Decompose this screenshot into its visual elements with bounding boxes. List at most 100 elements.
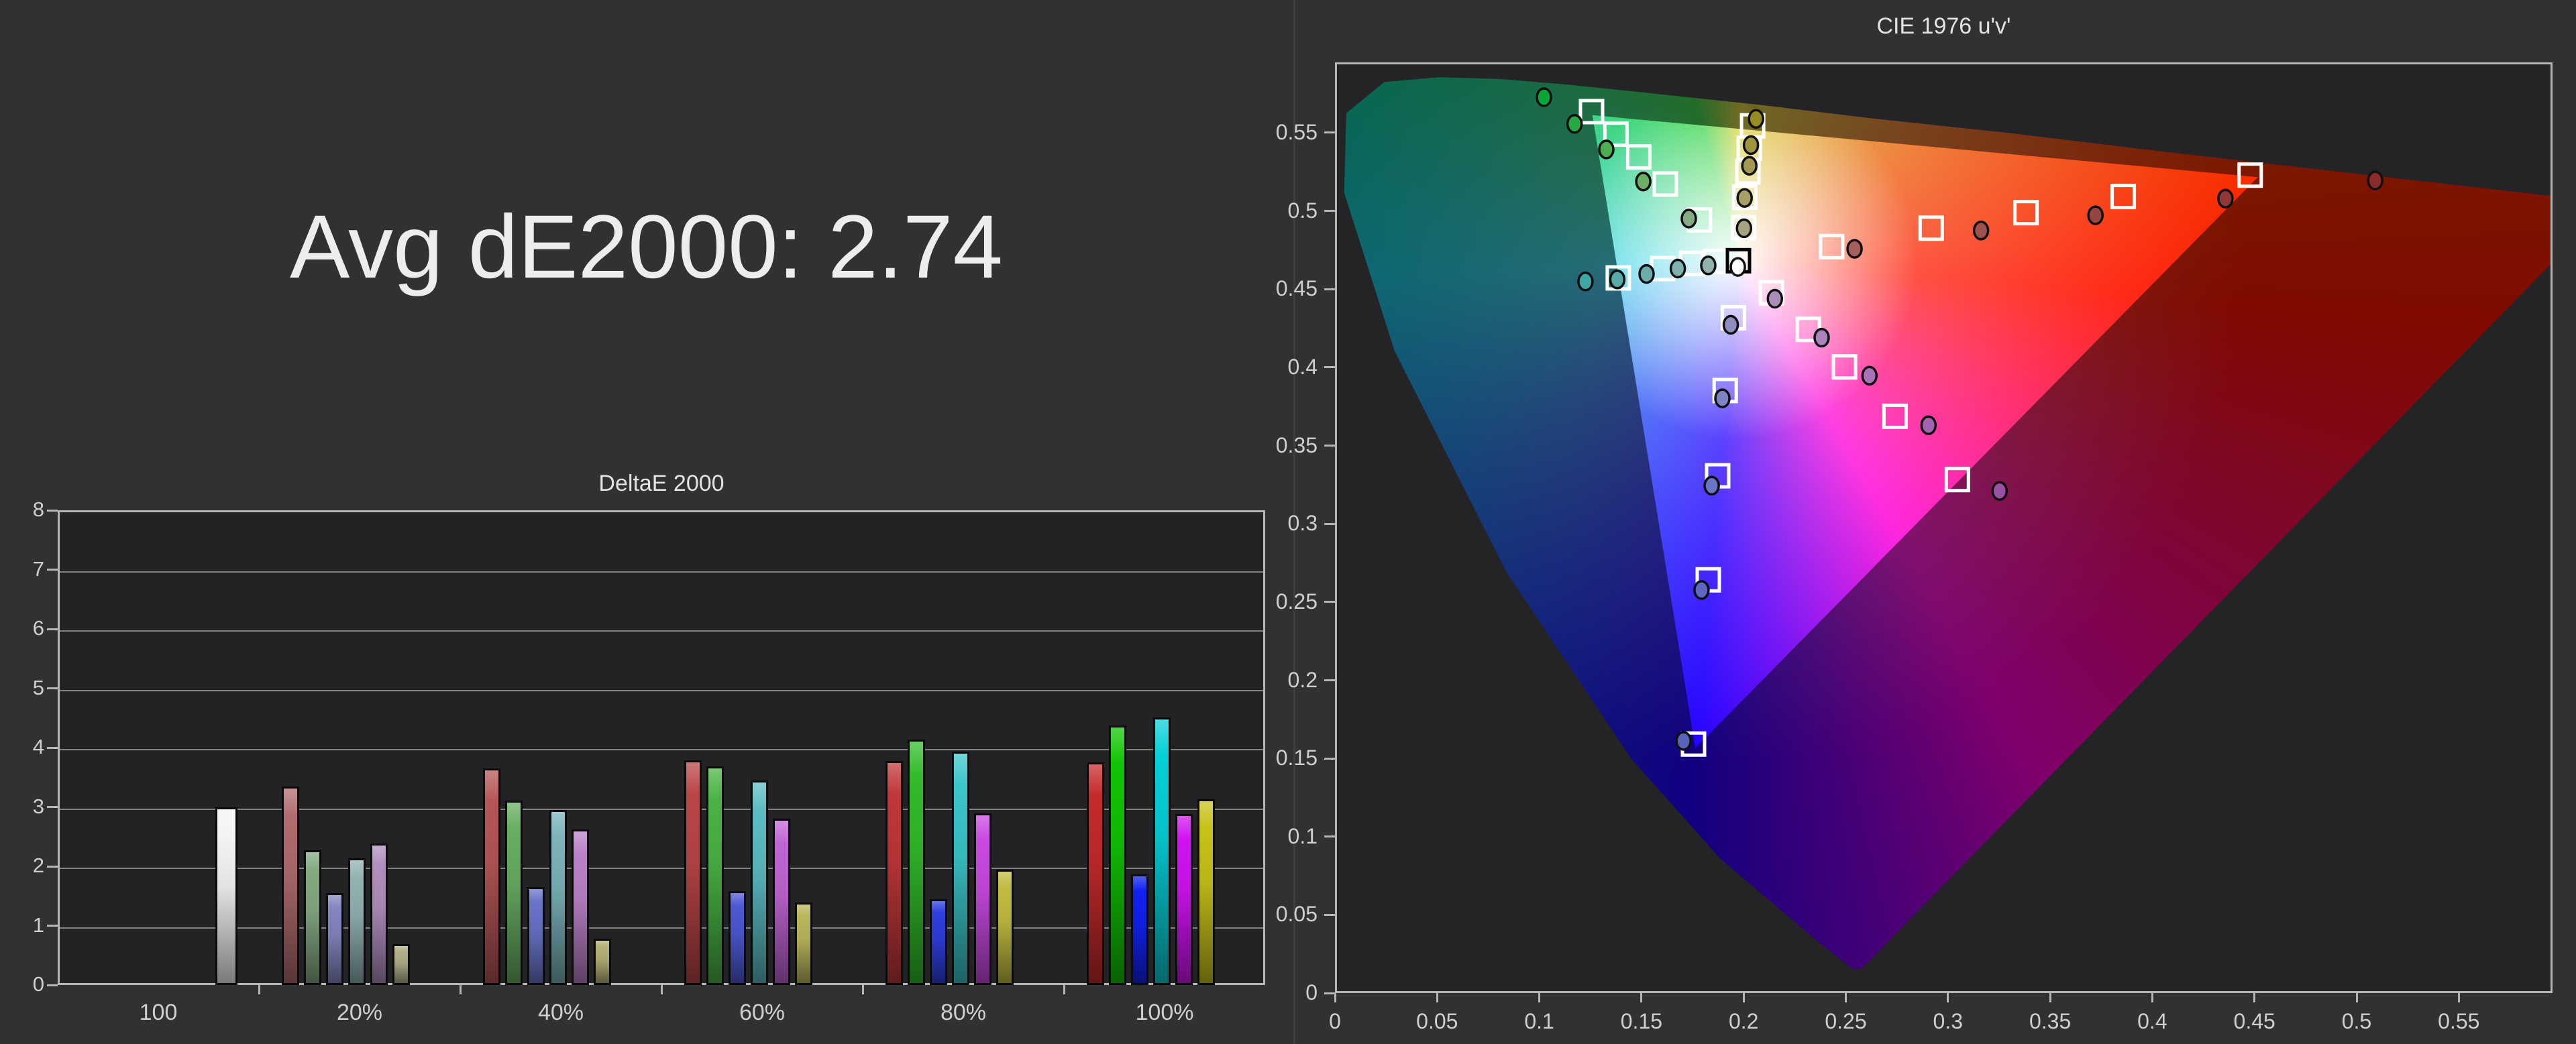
cie-x-tick-label: 0.15 — [1601, 1009, 1682, 1034]
bar-20pct-blue — [326, 893, 343, 985]
cie-y-tick — [1324, 445, 1335, 447]
magenta-sweep-measured-point — [1992, 482, 2006, 500]
cie-x-tick — [2356, 993, 2358, 1002]
bar-60pct-red — [684, 760, 702, 985]
cie-y-tick — [1324, 601, 1335, 603]
magenta-sweep-measured-point — [1921, 416, 1935, 434]
cie-y-tick-label: 0.05 — [1244, 902, 1318, 927]
bar-y-tick — [47, 984, 58, 986]
green-sweep-measured-point — [1599, 141, 1613, 158]
bar-y-tick — [47, 569, 58, 571]
cyan-sweep-measured-point — [1578, 273, 1593, 290]
magenta-sweep-measured-point — [1768, 290, 1782, 308]
bar-gridline — [60, 690, 1263, 691]
bar-100pct-green — [1109, 726, 1126, 985]
cie-y-tick — [1324, 288, 1335, 290]
cie-y-tick — [1324, 131, 1335, 133]
bar-40pct-yellow — [594, 939, 611, 985]
cie-x-tick-label: 0.3 — [1908, 1009, 1988, 1034]
bar-y-tick-label: 8 — [5, 498, 44, 522]
magenta-sweep-target-square — [1946, 469, 1968, 491]
bar-chart-title: DeltaE 2000 — [58, 471, 1265, 497]
cie-y-tick — [1324, 758, 1335, 760]
green-sweep-measured-point — [1636, 173, 1650, 190]
blue-sweep-measured-point — [1724, 316, 1738, 333]
cie-x-tick-label: 0.2 — [1703, 1009, 1784, 1034]
red-sweep-measured-point — [2088, 207, 2102, 224]
cie-x-tick — [2458, 993, 2460, 1002]
cie-y-tick-label: 0.4 — [1244, 355, 1318, 380]
bar-y-tick — [47, 806, 58, 808]
cie-y-tick-label: 0.25 — [1244, 589, 1318, 614]
bar-x-tick — [460, 985, 462, 994]
cie-x-tick — [2151, 993, 2153, 1002]
cie-x-tick-label: 0.35 — [2010, 1009, 2090, 1034]
bar-60pct-blue — [729, 891, 746, 985]
cie-y-tick — [1324, 914, 1335, 916]
cie-x-tick — [1845, 993, 1847, 1002]
red-sweep-target-square — [2112, 186, 2135, 208]
cie-diagram-plot — [1335, 62, 2553, 993]
red-sweep-measured-point — [1974, 222, 1988, 239]
cie-y-tick — [1324, 992, 1335, 994]
cyan-sweep-measured-point — [1671, 260, 1685, 278]
green-sweep-measured-point — [1568, 115, 1582, 133]
cie-y-tick-label: 0 — [1244, 980, 1318, 1005]
cyan-sweep-measured-point — [1640, 266, 1654, 283]
yellow-sweep-measured-point — [1737, 189, 1752, 207]
yellow-sweep-measured-point — [1749, 110, 1763, 127]
cie-y-tick-label: 0.1 — [1244, 824, 1318, 849]
bar-100-white — [215, 807, 237, 986]
green-sweep-measured-point — [1682, 210, 1696, 227]
bar-y-tick — [47, 510, 58, 512]
bar-100pct-blue — [1131, 874, 1148, 985]
cie-y-tick-label: 0.15 — [1244, 746, 1318, 770]
magenta-sweep-measured-point — [1862, 367, 1876, 384]
magenta-sweep-target-square — [1884, 405, 1906, 427]
bar-gridline — [60, 630, 1263, 632]
cie-y-tick — [1324, 835, 1335, 837]
bar-x-tick — [661, 985, 663, 994]
bar-chart-plot — [58, 510, 1265, 985]
bar-80pct-red — [885, 761, 903, 985]
bar-80pct-yellow — [996, 870, 1014, 985]
cie-y-tick — [1324, 679, 1335, 681]
red-sweep-measured-point — [2218, 190, 2233, 207]
yellow-sweep-measured-point — [1744, 136, 1758, 154]
bar-100pct-red — [1087, 762, 1104, 985]
cie-x-tick — [2253, 993, 2255, 1002]
yellow-sweep-measured-point — [1742, 157, 1756, 174]
bar-group-label: 100 — [58, 1000, 259, 1026]
bar-y-tick-label: 6 — [5, 616, 44, 640]
bar-group-label: 40% — [460, 1000, 661, 1026]
bar-20pct-red — [282, 787, 299, 985]
bar-gridline — [60, 868, 1263, 869]
bar-60pct-magenta — [773, 819, 790, 985]
bar-60pct-cyan — [751, 780, 768, 985]
green-sweep-target-square — [1654, 173, 1676, 195]
bar-x-tick — [862, 985, 864, 994]
bar-20pct-yellow — [392, 944, 410, 985]
avg-de2000-value: Avg dE2000: 2.74 — [290, 196, 1229, 298]
cie-x-tick-label: 0.25 — [1806, 1009, 1886, 1034]
bar-y-tick-label: 3 — [5, 795, 44, 819]
bar-y-tick — [47, 628, 58, 630]
green-sweep-measured-point — [1537, 89, 1551, 106]
bar-y-tick — [47, 687, 58, 689]
cie-x-tick-label: 0.4 — [2112, 1009, 2192, 1034]
calibration-report: Avg dE2000: 2.74 DeltaE 2000 01234567810… — [0, 0, 2576, 1044]
bar-gridline — [60, 927, 1263, 929]
blue-sweep-measured-point — [1676, 732, 1690, 750]
green-sweep-target-square — [1627, 146, 1650, 168]
bar-y-tick-label: 4 — [5, 735, 44, 759]
cie-y-tick — [1324, 366, 1335, 368]
cie-x-tick-label: 0.05 — [1397, 1009, 1477, 1034]
bar-80pct-cyan — [952, 752, 969, 985]
bar-80pct-green — [908, 740, 925, 985]
cie-y-tick-label: 0.2 — [1244, 668, 1318, 693]
bar-group-label: 100% — [1064, 1000, 1265, 1026]
bar-x-tick — [1063, 985, 1065, 994]
red-sweep-measured-point — [1847, 240, 1862, 257]
cie-x-tick — [1538, 993, 1540, 1002]
bar-40pct-magenta — [572, 829, 589, 985]
